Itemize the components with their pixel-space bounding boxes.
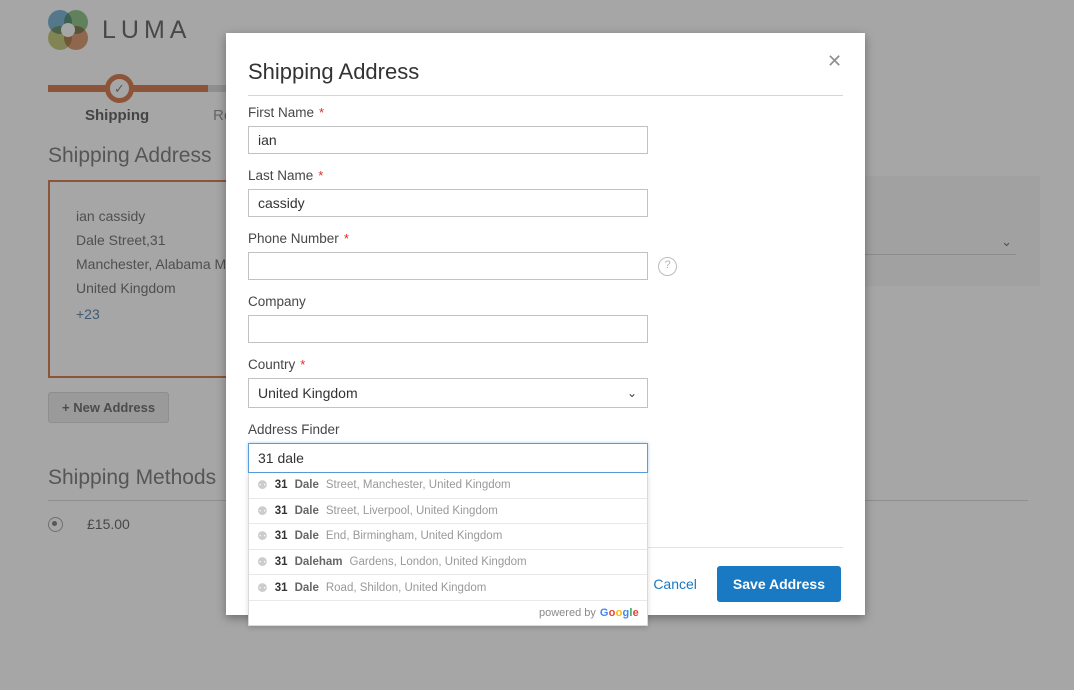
modal-action-bar: Cancel Save Address xyxy=(651,566,841,602)
field-last-name: Last Name * xyxy=(248,168,843,217)
field-label-company: Company xyxy=(248,294,306,309)
last-name-input[interactable] xyxy=(248,189,648,217)
help-icon[interactable]: ? xyxy=(658,256,677,276)
address-suggestion-item[interactable]: ⚉ 31 Dale Road, Shildon, United Kingdom xyxy=(249,575,647,601)
field-label-phone-number: Phone Number * xyxy=(248,231,349,246)
required-marker: * xyxy=(300,357,306,372)
phone-number-input[interactable] xyxy=(248,252,648,280)
close-icon[interactable]: ✕ xyxy=(821,49,845,73)
shipping-address-modal: ✕ Shipping Address First Name* Last Name… xyxy=(226,33,865,626)
required-marker: * xyxy=(319,105,325,120)
google-logo-icon: Google xyxy=(599,606,639,619)
google-attribution: powered by Google xyxy=(539,606,639,619)
field-label-country: Country * xyxy=(248,357,306,372)
first-name-input[interactable] xyxy=(248,126,648,154)
field-phone-number: Phone Number * ? xyxy=(248,231,843,280)
shipping-address-form: First Name* Last Name* Phone Number* ? C… xyxy=(248,105,843,626)
divider xyxy=(248,95,843,96)
address-suggestion-item[interactable]: ⚉ 31 Daleham Gardens, London, United Kin… xyxy=(249,550,647,576)
field-label-first-name: First Name * xyxy=(248,105,325,120)
country-select[interactable]: United Kingdom xyxy=(248,378,648,408)
modal-title: Shipping Address xyxy=(248,59,420,84)
field-country: Country * United Kingdom ⌄ xyxy=(248,357,843,408)
field-address-finder: Address Finder ⚉ 31 Dale Street, Manches… xyxy=(248,422,843,626)
address-suggestion-item[interactable]: ⚉ 31 Dale Street, Liverpool, United King… xyxy=(249,499,647,525)
field-first-name: First Name * xyxy=(248,105,843,154)
map-pin-icon: ⚉ xyxy=(257,555,268,570)
address-finder-input[interactable] xyxy=(248,443,648,473)
company-input[interactable] xyxy=(248,315,648,343)
field-label-address-finder: Address Finder xyxy=(248,422,340,437)
address-suggestion-item[interactable]: ⚉ 31 Dale Street, Manchester, United Kin… xyxy=(249,473,647,499)
map-pin-icon: ⚉ xyxy=(257,503,268,518)
address-suggestions-list: ⚉ 31 Dale Street, Manchester, United Kin… xyxy=(248,473,648,626)
address-suggestion-item[interactable]: ⚉ 31 Dale End, Birmingham, United Kingdo… xyxy=(249,524,647,550)
cancel-button[interactable]: Cancel xyxy=(651,572,699,596)
required-marker: * xyxy=(318,168,324,183)
save-address-button[interactable]: Save Address xyxy=(716,566,841,602)
map-pin-icon: ⚉ xyxy=(257,529,268,544)
field-label-last-name: Last Name * xyxy=(248,168,324,183)
required-marker: * xyxy=(343,231,349,246)
field-company: Company xyxy=(248,294,843,343)
map-pin-icon: ⚉ xyxy=(257,478,268,493)
map-pin-icon: ⚉ xyxy=(257,580,268,595)
